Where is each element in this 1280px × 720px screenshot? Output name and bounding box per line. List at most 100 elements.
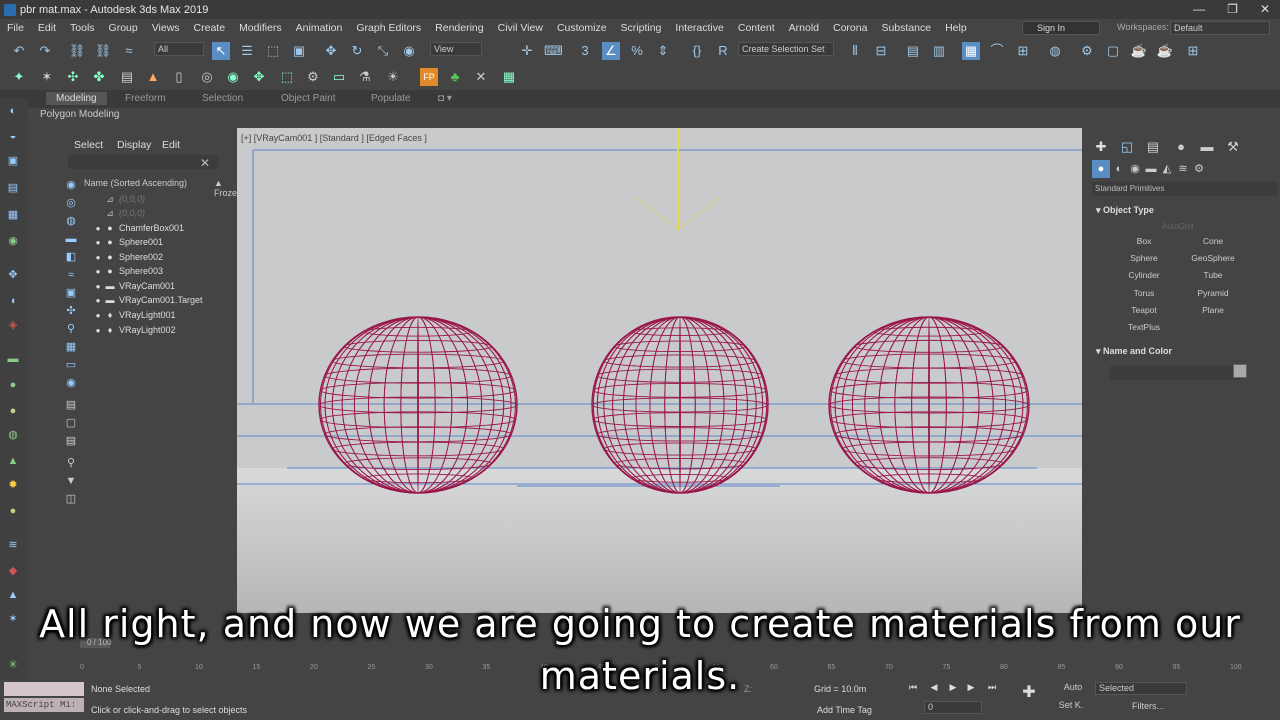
filter-spacewarps-icon[interactable]: ≈	[64, 268, 78, 282]
textplus-button[interactable]: TextPlus	[1112, 320, 1176, 334]
strip-icon-1[interactable]: ◐	[6, 104, 20, 118]
percent-snap-icon[interactable]: %	[628, 42, 646, 60]
eye-icon[interactable]: ●	[92, 238, 104, 247]
workspace-select[interactable]: Default	[1170, 21, 1270, 35]
strip-icon-7[interactable]: ✥	[6, 268, 20, 282]
torus-button[interactable]: Torus	[1112, 286, 1176, 300]
menu-arnold[interactable]: Arnold	[782, 22, 826, 34]
material-editor-icon[interactable]: ◍	[1046, 42, 1064, 60]
eye-icon[interactable]: ●	[92, 296, 104, 305]
selection-filter-select[interactable]: All	[154, 42, 204, 56]
tab-object-paint[interactable]: Object Paint	[281, 93, 335, 104]
menu-scripting[interactable]: Scripting	[614, 22, 669, 34]
tool-5-icon[interactable]: ▤	[118, 68, 136, 86]
tool-14-icon[interactable]: ⚗	[356, 68, 374, 86]
filter-bones-icon[interactable]: ⚲	[64, 322, 78, 336]
strip-icon-15[interactable]: ✹	[6, 478, 20, 492]
filter-hidden-icon[interactable]: ◉	[64, 376, 78, 390]
utilities-tab-icon[interactable]: ⚒	[1224, 138, 1242, 156]
tree-item[interactable]: ● ● ChamferBox001	[92, 221, 184, 235]
strip-icon-17[interactable]: ≋	[6, 538, 20, 552]
reference-coord-select[interactable]: View	[430, 42, 482, 56]
filter-xrefs-icon[interactable]: ✣	[64, 304, 78, 318]
menu-interactive[interactable]: Interactive	[668, 22, 730, 34]
primitive-category-select[interactable]: Standard Primitives	[1092, 182, 1277, 196]
cone-button[interactable]: Cone	[1181, 234, 1245, 248]
menu-tools[interactable]: Tools	[63, 22, 102, 34]
tree-item[interactable]: ● ♦ VRayLight002	[92, 323, 176, 337]
eye-icon[interactable]: ●	[92, 282, 104, 291]
select-by-name-icon[interactable]: ☰	[238, 42, 256, 60]
strip-icon-16[interactable]: ●	[6, 504, 20, 518]
filter-none-icon[interactable]: ▢	[64, 416, 78, 430]
signin-button[interactable]: Sign In	[1022, 21, 1100, 35]
tab-freeform[interactable]: Freeform	[125, 93, 166, 104]
create-selection-set-select[interactable]: Create Selection Set	[738, 42, 834, 56]
filter-lights-icon[interactable]: ◍	[64, 214, 78, 228]
menu-animation[interactable]: Animation	[289, 22, 350, 34]
bind-spacewarp-icon[interactable]: ≈	[120, 42, 138, 60]
tool-18-icon[interactable]: ✕	[472, 68, 490, 86]
rect-selection-icon[interactable]: ⬚	[264, 42, 282, 60]
pivot-icon[interactable]: ✛	[518, 42, 536, 60]
teapot-button[interactable]: Teapot	[1112, 303, 1176, 317]
render-iterative-icon[interactable]: ☕	[1156, 42, 1174, 60]
hierarchy-tab-icon[interactable]: ▤	[1144, 138, 1162, 156]
tool-7-icon[interactable]: ▯	[170, 68, 188, 86]
scene-explorer-icon[interactable]: ▦	[962, 42, 980, 60]
systems-category-icon[interactable]: ⚙	[1190, 160, 1208, 178]
eye-icon[interactable]: ●	[92, 253, 104, 262]
strip-icon-4[interactable]: ▤	[6, 181, 20, 195]
tool-19-icon[interactable]: ▦	[500, 68, 518, 86]
column-frozen[interactable]: ▲ Froze	[214, 178, 237, 198]
display-tab-icon[interactable]: ▬	[1198, 138, 1216, 156]
polygon-modeling-label[interactable]: Polygon Modeling	[40, 109, 120, 120]
filter-all-icon[interactable]: ▤	[64, 398, 78, 412]
tool-11-icon[interactable]: ⬚	[278, 68, 296, 86]
tree-item[interactable]: ⊿ (0,0,0)	[92, 206, 145, 220]
object-color-swatch[interactable]	[1233, 364, 1247, 378]
undo-icon[interactable]: ↶	[10, 42, 28, 60]
pyramid-button[interactable]: Pyramid	[1181, 286, 1245, 300]
spinner-snap-icon[interactable]: ⇕	[654, 42, 672, 60]
strip-icon-10[interactable]: ▬	[6, 352, 20, 366]
strip-icon-12[interactable]: ●	[6, 404, 20, 418]
menu-content[interactable]: Content	[731, 22, 782, 34]
menu-customize[interactable]: Customize	[550, 22, 614, 34]
scale-icon[interactable]: ⤡	[374, 42, 392, 60]
modify-tab-icon[interactable]: ◱	[1118, 138, 1136, 156]
strip-icon-14[interactable]: ▲	[6, 454, 20, 468]
menu-views[interactable]: Views	[145, 22, 187, 34]
tool-3-icon[interactable]: ✣	[64, 68, 82, 86]
tool-8-icon[interactable]: ◎	[198, 68, 216, 86]
link-icon[interactable]: ⛓	[68, 42, 86, 60]
tool-10-icon[interactable]: ✥	[250, 68, 268, 86]
mirror-icon[interactable]: ⫴	[846, 42, 864, 60]
filter-groups-icon[interactable]: ▣	[64, 286, 78, 300]
tab-populate[interactable]: Populate	[371, 93, 410, 104]
align-icon[interactable]: ⊟	[872, 42, 890, 60]
minimize-button[interactable]: —	[1193, 2, 1205, 16]
layer-explorer-icon[interactable]: ▤	[904, 42, 922, 60]
sphere-button[interactable]: Sphere	[1112, 251, 1176, 265]
key-filters-button[interactable]: Filters...	[1118, 701, 1178, 714]
window-crossing-icon[interactable]: ▣	[290, 42, 308, 60]
edit-named-sets-icon[interactable]: {}	[688, 42, 706, 60]
strip-icon-11[interactable]: ●	[6, 378, 20, 392]
place-icon[interactable]: ◉	[400, 42, 418, 60]
select-object-icon[interactable]: ↖	[212, 42, 230, 60]
strip-icon-6[interactable]: ◉	[6, 234, 20, 248]
object-name-field[interactable]	[1110, 366, 1240, 380]
tree-item[interactable]: ● ♦ VRayLight001	[92, 308, 176, 322]
tool-4-icon[interactable]: ✤	[90, 68, 108, 86]
render-icon[interactable]: ☕	[1130, 42, 1148, 60]
filter-shapes-icon[interactable]: ◎	[64, 196, 78, 210]
cylinder-button[interactable]: Cylinder	[1112, 268, 1176, 282]
filter-containers-icon[interactable]: ▦	[64, 340, 78, 354]
tool-6-icon[interactable]: ▲	[144, 68, 162, 86]
filter-frozen-icon[interactable]: ▭	[64, 358, 78, 372]
tree-item[interactable]: ● ▬ VRayCam001	[92, 279, 175, 293]
tree-item[interactable]: ● ● Sphere001	[92, 235, 163, 249]
curve-editor-icon[interactable]: ⌒	[988, 42, 1006, 60]
name-color-rollout[interactable]: ▾ Name and Color	[1096, 346, 1172, 357]
